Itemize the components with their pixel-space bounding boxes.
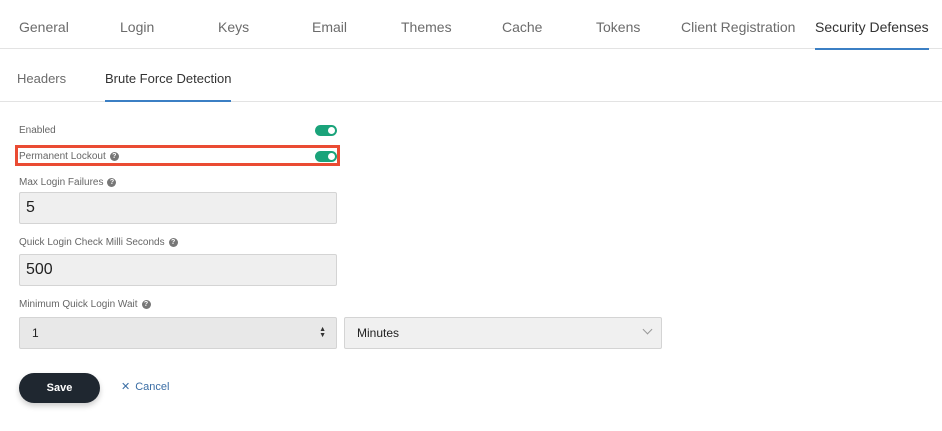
close-icon: ✕ [121,381,131,393]
tab-security-defenses[interactable]: Security Defenses [815,0,929,50]
max-login-failures-input[interactable]: 5 [19,192,337,224]
save-button[interactable]: Save [19,373,100,403]
settings-tab-bar: General Login Keys Email Themes Cache To… [0,0,942,50]
help-icon[interactable]: ? [107,178,117,187]
min-quick-login-wait-stepper[interactable]: 1 ▲ ▼ [19,317,337,349]
time-unit-value: Minutes [357,326,400,340]
tab-themes[interactable]: Themes [401,0,452,49]
max-login-failures-label-text: Max Login Failures [19,177,104,188]
stepper-arrows-icon[interactable]: ▲ ▼ [319,326,326,339]
permanent-lockout-label-text: Permanent Lockout [19,151,106,162]
help-icon[interactable]: ? [109,152,119,161]
cancel-label: Cancel [135,381,170,393]
tab-keys[interactable]: Keys [218,0,249,49]
quick-login-check-label: Quick Login Check Milli Seconds ? [19,237,178,248]
subtab-headers[interactable]: Headers [17,50,66,101]
subtab-brute-force-detection[interactable]: Brute Force Detection [105,50,232,102]
quick-login-check-label-text: Quick Login Check Milli Seconds [19,237,165,248]
permanent-lockout-toggle[interactable] [315,151,337,162]
chevron-down-icon [642,324,653,335]
tab-cache[interactable]: Cache [502,0,542,49]
tab-login[interactable]: Login [120,0,154,49]
tab-tokens[interactable]: Tokens [596,0,640,49]
tab-email[interactable]: Email [312,0,347,49]
enabled-label-text: Enabled [19,125,56,136]
tab-client-registration[interactable]: Client Registration [681,0,795,49]
tab-general[interactable]: General [19,0,69,49]
quick-login-check-input[interactable]: 500 [19,254,337,286]
time-unit-select[interactable]: Minutes [344,317,662,349]
security-subtab-bar: Headers Brute Force Detection [0,50,942,102]
permanent-lockout-label: Permanent Lockout ? [19,151,119,162]
min-quick-login-wait-label-text: Minimum Quick Login Wait [19,299,138,310]
max-login-failures-label: Max Login Failures ? [19,177,117,188]
help-icon[interactable]: ? [141,300,151,309]
enabled-toggle[interactable] [315,125,337,136]
min-quick-login-wait-label: Minimum Quick Login Wait ? [19,299,151,310]
help-icon[interactable]: ? [168,238,178,247]
enabled-label: Enabled [19,125,56,136]
cancel-button[interactable]: ✕ Cancel [121,380,169,393]
min-quick-login-wait-value: 1 [32,326,39,340]
